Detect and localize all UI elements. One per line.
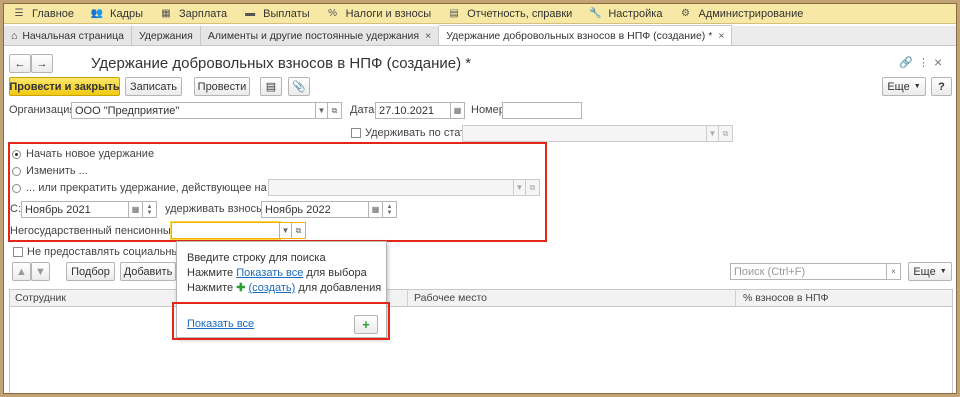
menu-taxes[interactable]: % Налоги и взносы [318, 4, 440, 24]
menu-main[interactable]: ☰ Главное [4, 4, 82, 24]
column-percent[interactable]: % взносов в НПФ [743, 292, 828, 304]
search-input[interactable]: Поиск (Ctrl+F) [730, 263, 887, 280]
main-menu: ☰ Главное 👥 Кадры ▦ Зарплата ▬ Выплаты% Налоги и… [4, 4, 956, 24]
popup-line-show: Нажмите Показать все для выбора [187, 267, 367, 279]
chevron-down-icon[interactable]: ▼ [316, 102, 328, 119]
select-button[interactable]: Подбор [66, 262, 115, 281]
tab-deductions[interactable]: Удержания [131, 26, 201, 45]
column-workplace[interactable]: Рабочее место [414, 292, 487, 304]
menu-hr[interactable]: 👥 Кадры [82, 4, 151, 24]
tab-npf-create[interactable]: Удержание добровольных взносов в НПФ (со… [439, 25, 733, 45]
menu-admin[interactable]: ⚙ Администрирование [670, 4, 811, 24]
post-button[interactable]: Провести [194, 77, 250, 96]
forward-button[interactable]: → [31, 54, 53, 73]
move-down-icon[interactable]: ▼ [31, 262, 50, 281]
chevron-down-icon: ▼ [913, 83, 921, 90]
show-all-link[interactable]: Показать все [236, 267, 303, 279]
plus-icon: ✚ [236, 282, 249, 294]
create-link[interactable]: (создать) [249, 282, 296, 294]
date-label: Дата: [350, 104, 378, 116]
table-more-button[interactable]: Еще ▼ [908, 262, 952, 281]
table-body[interactable] [9, 307, 953, 393]
attachment-icon[interactable]: 📎 [288, 77, 310, 96]
column-employee[interactable]: Сотрудник [15, 292, 66, 304]
tab-home[interactable]: ⌂ Начальная страница [4, 26, 132, 45]
close-icon[interactable]: × [934, 54, 942, 70]
report-icon[interactable]: ▤ [260, 77, 282, 96]
table-header: Сотрудник Рабочее место % взносов в НПФ [9, 289, 953, 307]
settings-icon: 🔧 [589, 8, 602, 19]
more-icon[interactable]: ⋮ [918, 56, 929, 69]
payments-icon: ▬ [245, 8, 256, 19]
menu-settings[interactable]: 🔧 Настройка [580, 4, 670, 24]
move-up-icon[interactable]: ▲ [12, 262, 31, 281]
taxes-icon: % [328, 8, 338, 19]
org-label: Организация: [9, 104, 79, 116]
close-icon[interactable]: × [718, 30, 724, 42]
home-icon: ⌂ [11, 29, 18, 42]
date-field[interactable]: 27.10.2021 [375, 102, 451, 119]
hr-icon: 👥 [90, 8, 104, 19]
open-icon[interactable]: ⧉ [719, 125, 733, 142]
popup-hint: Введите строку для поиска [187, 252, 326, 264]
more-button[interactable]: Еще ▼ [882, 77, 926, 96]
save-button[interactable]: Записать [125, 77, 182, 96]
add-button[interactable]: Добавить [120, 262, 176, 281]
close-icon[interactable]: × [425, 30, 431, 42]
org-field[interactable]: ООО "Предприятие" [71, 102, 316, 119]
popup-line-create: Нажмите ✚ (создать) для добавления [187, 282, 382, 294]
reports-icon: ▤ [449, 8, 459, 19]
no-deduction-checkbox[interactable] [13, 247, 23, 257]
menu-payments[interactable]: ▬ Выплаты [235, 4, 317, 24]
calendar-icon[interactable]: ▦ [451, 102, 465, 119]
link-icon[interactable]: 🔗 [899, 56, 913, 69]
back-button[interactable]: ← [9, 54, 31, 73]
chevron-down-icon: ▼ [939, 268, 947, 275]
number-field[interactable] [502, 102, 582, 119]
app-window: ☰ Главное 👥 Кадры ▦ Зарплата ▬ Выплаты% Налоги и… [3, 3, 957, 394]
menu-salary[interactable]: ▦ Зарплата [151, 4, 235, 24]
by-article-checkbox[interactable] [351, 128, 361, 138]
menu-reports[interactable]: ▤ Отчетность, справки [439, 4, 580, 24]
main-icon: ☰ [14, 8, 24, 19]
clear-icon[interactable]: × [887, 263, 901, 280]
highlight-frame [172, 302, 390, 340]
post-and-close-button[interactable]: Провести и закрыть [9, 77, 120, 96]
tab-bar: ⌂ Начальная страница Удержания Алименты и… [4, 25, 956, 46]
highlight-frame [8, 142, 547, 242]
admin-icon: ⚙ [680, 8, 690, 19]
page-title: Удержание добровольных взносов в НПФ (со… [91, 55, 472, 72]
salary-icon: ▦ [161, 8, 171, 19]
help-button[interactable]: ? [931, 77, 952, 96]
open-icon[interactable]: ⧉ [328, 102, 342, 119]
tab-alimony[interactable]: Алименты и другие постоянные удержания × [200, 26, 440, 45]
chevron-down-icon[interactable]: ▼ [707, 125, 719, 142]
article-field[interactable] [462, 125, 707, 142]
